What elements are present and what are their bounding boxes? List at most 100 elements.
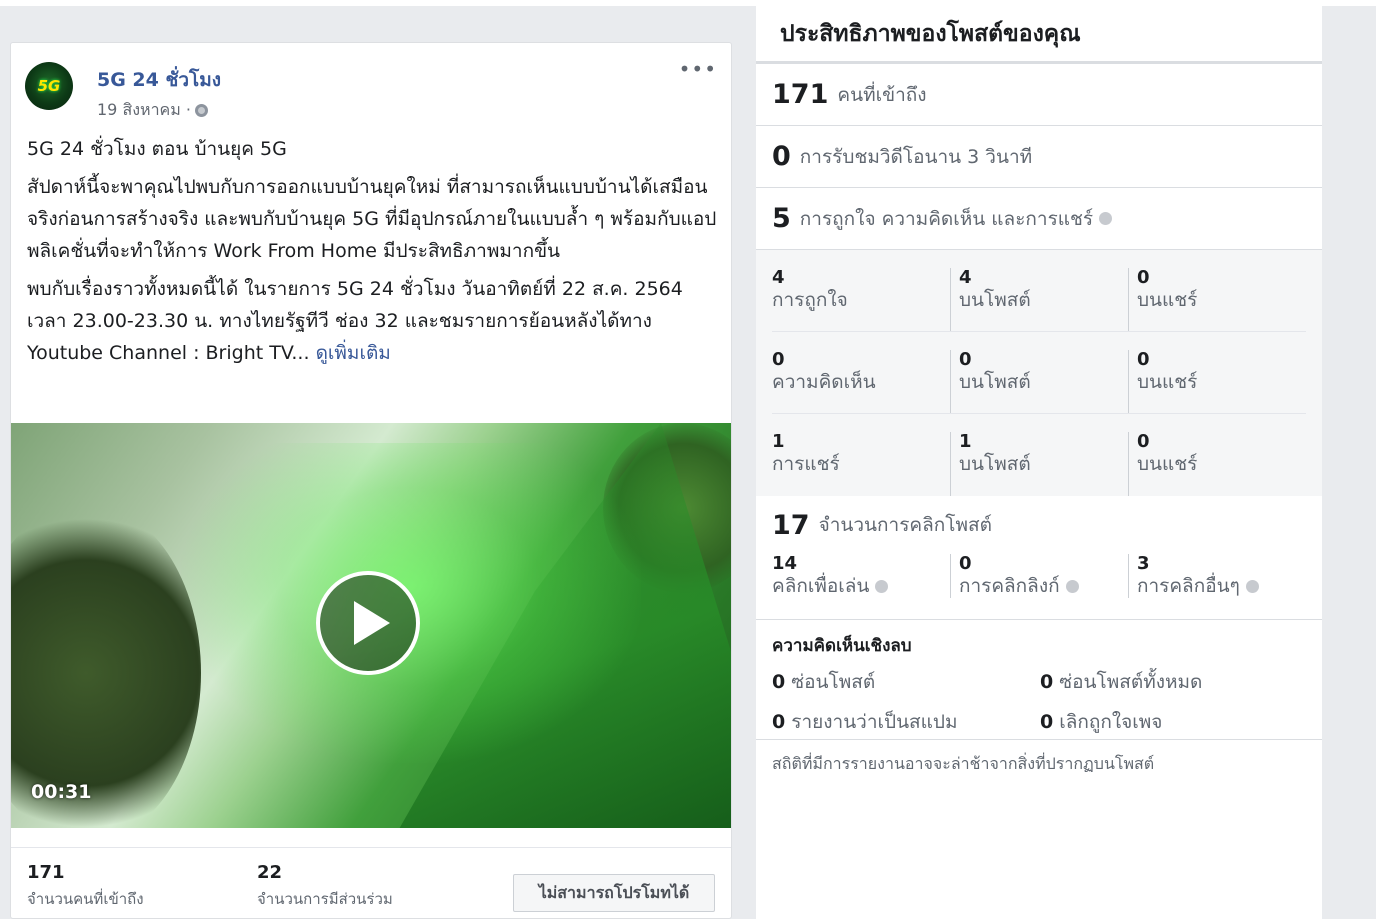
breakdown-total: 0 ความคิดเห็น <box>772 350 950 413</box>
hide-all-value: 0 <box>1040 671 1054 693</box>
reach-value: 171 <box>27 862 65 883</box>
clicks-link-value: 0 <box>958 553 972 574</box>
clicks-other-value: 3 <box>1136 553 1150 574</box>
breakdown-on-post: 1 บนโพสต์ <box>949 431 1128 496</box>
reach-row: 171 คนที่เข้าถึง <box>756 64 1322 126</box>
breakdown-row: 1 การแชร์ 1 บนโพสต์ 0 บนแชร์ <box>772 414 1306 496</box>
insights-footnote: สถิติที่มีการรายงานอาจจะล่าช้าจากสิ่งที่… <box>772 754 1155 773</box>
breakdown-total: 1 การแชร์ <box>772 432 950 496</box>
hide-post-label: ซ่อนโพสต์ <box>791 671 876 693</box>
insights-title: ประสิทธิภาพของโพสต์ของคุณ <box>756 6 1322 64</box>
breakdown-on-shares: 0 บนแชร์ <box>1127 431 1306 496</box>
breakdown-total-value: 4 <box>772 267 785 288</box>
clicks-play-value: 14 <box>772 553 798 574</box>
page-name-link[interactable]: 5G 24 ชั่วโมง <box>97 65 221 95</box>
unlike-page-stat: 0 เลิกถูกใจเพจ <box>1040 707 1320 737</box>
clicks-link-label: การคลิกลิงก์ <box>958 575 1060 597</box>
breakdown-total-label: ความคิดเห็น <box>772 371 876 393</box>
post-text: 5G 24 ชั่วโมง ตอน บ้านยุค 5G สัปดาห์นี้จ… <box>27 133 721 375</box>
breakdown-total-value: 1 <box>772 431 785 452</box>
unlike-page-label: เลิกถูกใจเพจ <box>1059 711 1163 733</box>
on-shares-value: 0 <box>1136 431 1150 452</box>
clicks-link-label-wrap: การคลิกลิงก์ <box>959 574 1128 598</box>
on-post-value: 0 <box>958 349 972 370</box>
on-shares-label: บนแชร์ <box>1136 453 1198 475</box>
breakdown-total-value: 0 <box>772 349 785 370</box>
clicks-other: 3 การคลิกอื่นๆ <box>1127 553 1306 598</box>
clicks-count: 17 <box>772 509 810 541</box>
on-post-label: บนโพสต์ <box>958 371 1031 393</box>
hide-post-value: 0 <box>772 671 786 693</box>
page-avatar[interactable]: 5G <box>25 62 73 110</box>
reactions-count: 5 <box>772 203 791 234</box>
on-post-value: 4 <box>958 267 972 288</box>
post-date[interactable]: 19 สิงหาคม · <box>97 98 191 123</box>
info-icon[interactable] <box>1099 212 1113 225</box>
clicks-other-label: การคลิกอื่นๆ <box>1136 575 1240 597</box>
video-duration: 00:31 <box>31 781 92 803</box>
report-spam-value: 0 <box>772 711 786 733</box>
play-button[interactable] <box>316 571 420 675</box>
breakdown-on-post: 4 บนโพสต์ <box>949 267 1128 331</box>
breakdown-total-label: การถูกใจ <box>772 289 848 311</box>
post-clicks-section: 17 จำนวนการคลิกโพสต์ 14 คลิกเพื่อเล่น 0 กา… <box>756 496 1322 620</box>
info-icon[interactable] <box>1065 580 1079 593</box>
breakdown-total: 4 การถูกใจ <box>772 268 950 331</box>
post-paragraph: พบกับเรื่องราวทั้งหมดนี้ได้ ในรายการ 5G … <box>27 273 721 369</box>
on-post-label: บนโพสต์ <box>958 453 1031 475</box>
on-shares-value: 0 <box>1136 349 1150 370</box>
video-player[interactable]: 00:31 <box>11 423 731 828</box>
clicks-play-label: คลิกเพื่อเล่น <box>772 575 870 597</box>
unlike-page-value: 0 <box>1040 711 1054 733</box>
hide-all-label: ซ่อนโพสต์ทั้งหมด <box>1059 671 1203 693</box>
reach-desc: คนที่เข้าถึง <box>837 83 927 106</box>
negative-feedback-grid: 0 ซ่อนโพสต์ 0 ซ่อนโพสต์ทั้งหมด 0 รายงานว่าเ… <box>772 667 1306 737</box>
clicks-play-label-wrap: คลิกเพื่อเล่น <box>772 574 950 598</box>
clicks-desc: จำนวนการคลิกโพสต์ <box>818 514 992 536</box>
on-post-value: 1 <box>958 431 972 452</box>
post-card: 5G 5G 24 ชั่วโมง 19 สิงหาคม · ••• 5G 24 … <box>10 42 732 919</box>
post-paragraph: สัปดาห์นี้จะพาคุณไปพบกับการออกแบบบ้านยุค… <box>27 176 717 262</box>
see-more-link[interactable]: ดูเพิ่มเติม <box>316 342 391 364</box>
post-footer: 171 จำนวนคนที่เข้าถึง 22 จำนวนการมีส่วนร… <box>11 847 731 918</box>
negative-feedback-section: ความคิดเห็นเชิงลบ 0 ซ่อนโพสต์ 0 ซ่อนโพสต์ท… <box>756 620 1322 740</box>
on-shares-value: 0 <box>1136 267 1150 288</box>
on-post-label: บนโพสต์ <box>958 289 1031 311</box>
clicks-link: 0 การคลิกลิงก์ <box>949 553 1128 598</box>
avatar-logo-text: 5G <box>37 77 61 95</box>
globe-icon[interactable] <box>194 104 208 117</box>
reactions-row: 5 การถูกใจ ความคิดเห็น และการแชร์ <box>756 188 1322 250</box>
report-spam-label: รายงานว่าเป็นสแปม <box>791 711 958 733</box>
video-frame-tree <box>11 503 201 828</box>
breakdown-row: 4 การถูกใจ 4 บนโพสต์ 0 บนแชร์ <box>772 250 1306 332</box>
views-desc: การรับชมวิดีโอนาน 3 วินาที <box>799 145 1033 168</box>
reactions-desc: การถูกใจ ความคิดเห็น และการแชร์ <box>799 207 1094 230</box>
hide-all-stat: 0 ซ่อนโพสต์ทั้งหมด <box>1040 667 1320 697</box>
insights-panel: ประสิทธิภาพของโพสต์ของคุณ 171 คนที่เข้าถ… <box>756 6 1322 919</box>
breakdown-row: 0 ความคิดเห็น 0 บนโพสต์ 0 บนแชร์ <box>772 332 1306 414</box>
negative-feedback-title: ความคิดเห็นเชิงลบ <box>772 636 912 656</box>
views-count: 0 <box>772 141 791 172</box>
breakdown-on-shares: 0 บนแชร์ <box>1127 349 1306 413</box>
on-shares-label: บนแชร์ <box>1136 289 1198 311</box>
more-options-icon[interactable]: ••• <box>679 57 717 81</box>
reach-stat: 171 จำนวนคนที่เข้าถึง <box>27 862 144 911</box>
on-shares-label: บนแชร์ <box>1136 371 1198 393</box>
reach-label: จำนวนคนที่เข้าถึง <box>27 890 144 908</box>
info-icon[interactable] <box>1245 580 1259 593</box>
reach-count: 171 <box>772 79 829 110</box>
engagement-label: จำนวนการมีส่วนร่วม <box>257 890 393 908</box>
info-icon[interactable] <box>875 580 889 593</box>
clicks-breakdown: 14 คลิกเพื่อเล่น 0 การคลิกลิงก์ 3 การคลิกอื… <box>772 554 1306 598</box>
promote-button[interactable]: ไม่สามารถโปรโมทได้ <box>513 874 715 912</box>
engagement-stat: 22 จำนวนการมีส่วนร่วม <box>257 862 393 911</box>
engagement-value: 22 <box>257 862 283 883</box>
breakdown-on-post: 0 บนโพสต์ <box>949 349 1128 413</box>
reactions-breakdown: 4 การถูกใจ 4 บนโพสต์ 0 บนแชร์ 0 ความคิดเห็น … <box>756 250 1322 496</box>
clicks-other-label-wrap: การคลิกอื่นๆ <box>1137 574 1306 598</box>
play-icon <box>354 601 390 645</box>
clicks-play: 14 คลิกเพื่อเล่น <box>772 554 950 598</box>
breakdown-total-label: การแชร์ <box>772 453 840 475</box>
breakdown-on-shares: 0 บนแชร์ <box>1127 267 1306 331</box>
report-spam-stat: 0 รายงานว่าเป็นสแปม <box>772 707 1040 737</box>
